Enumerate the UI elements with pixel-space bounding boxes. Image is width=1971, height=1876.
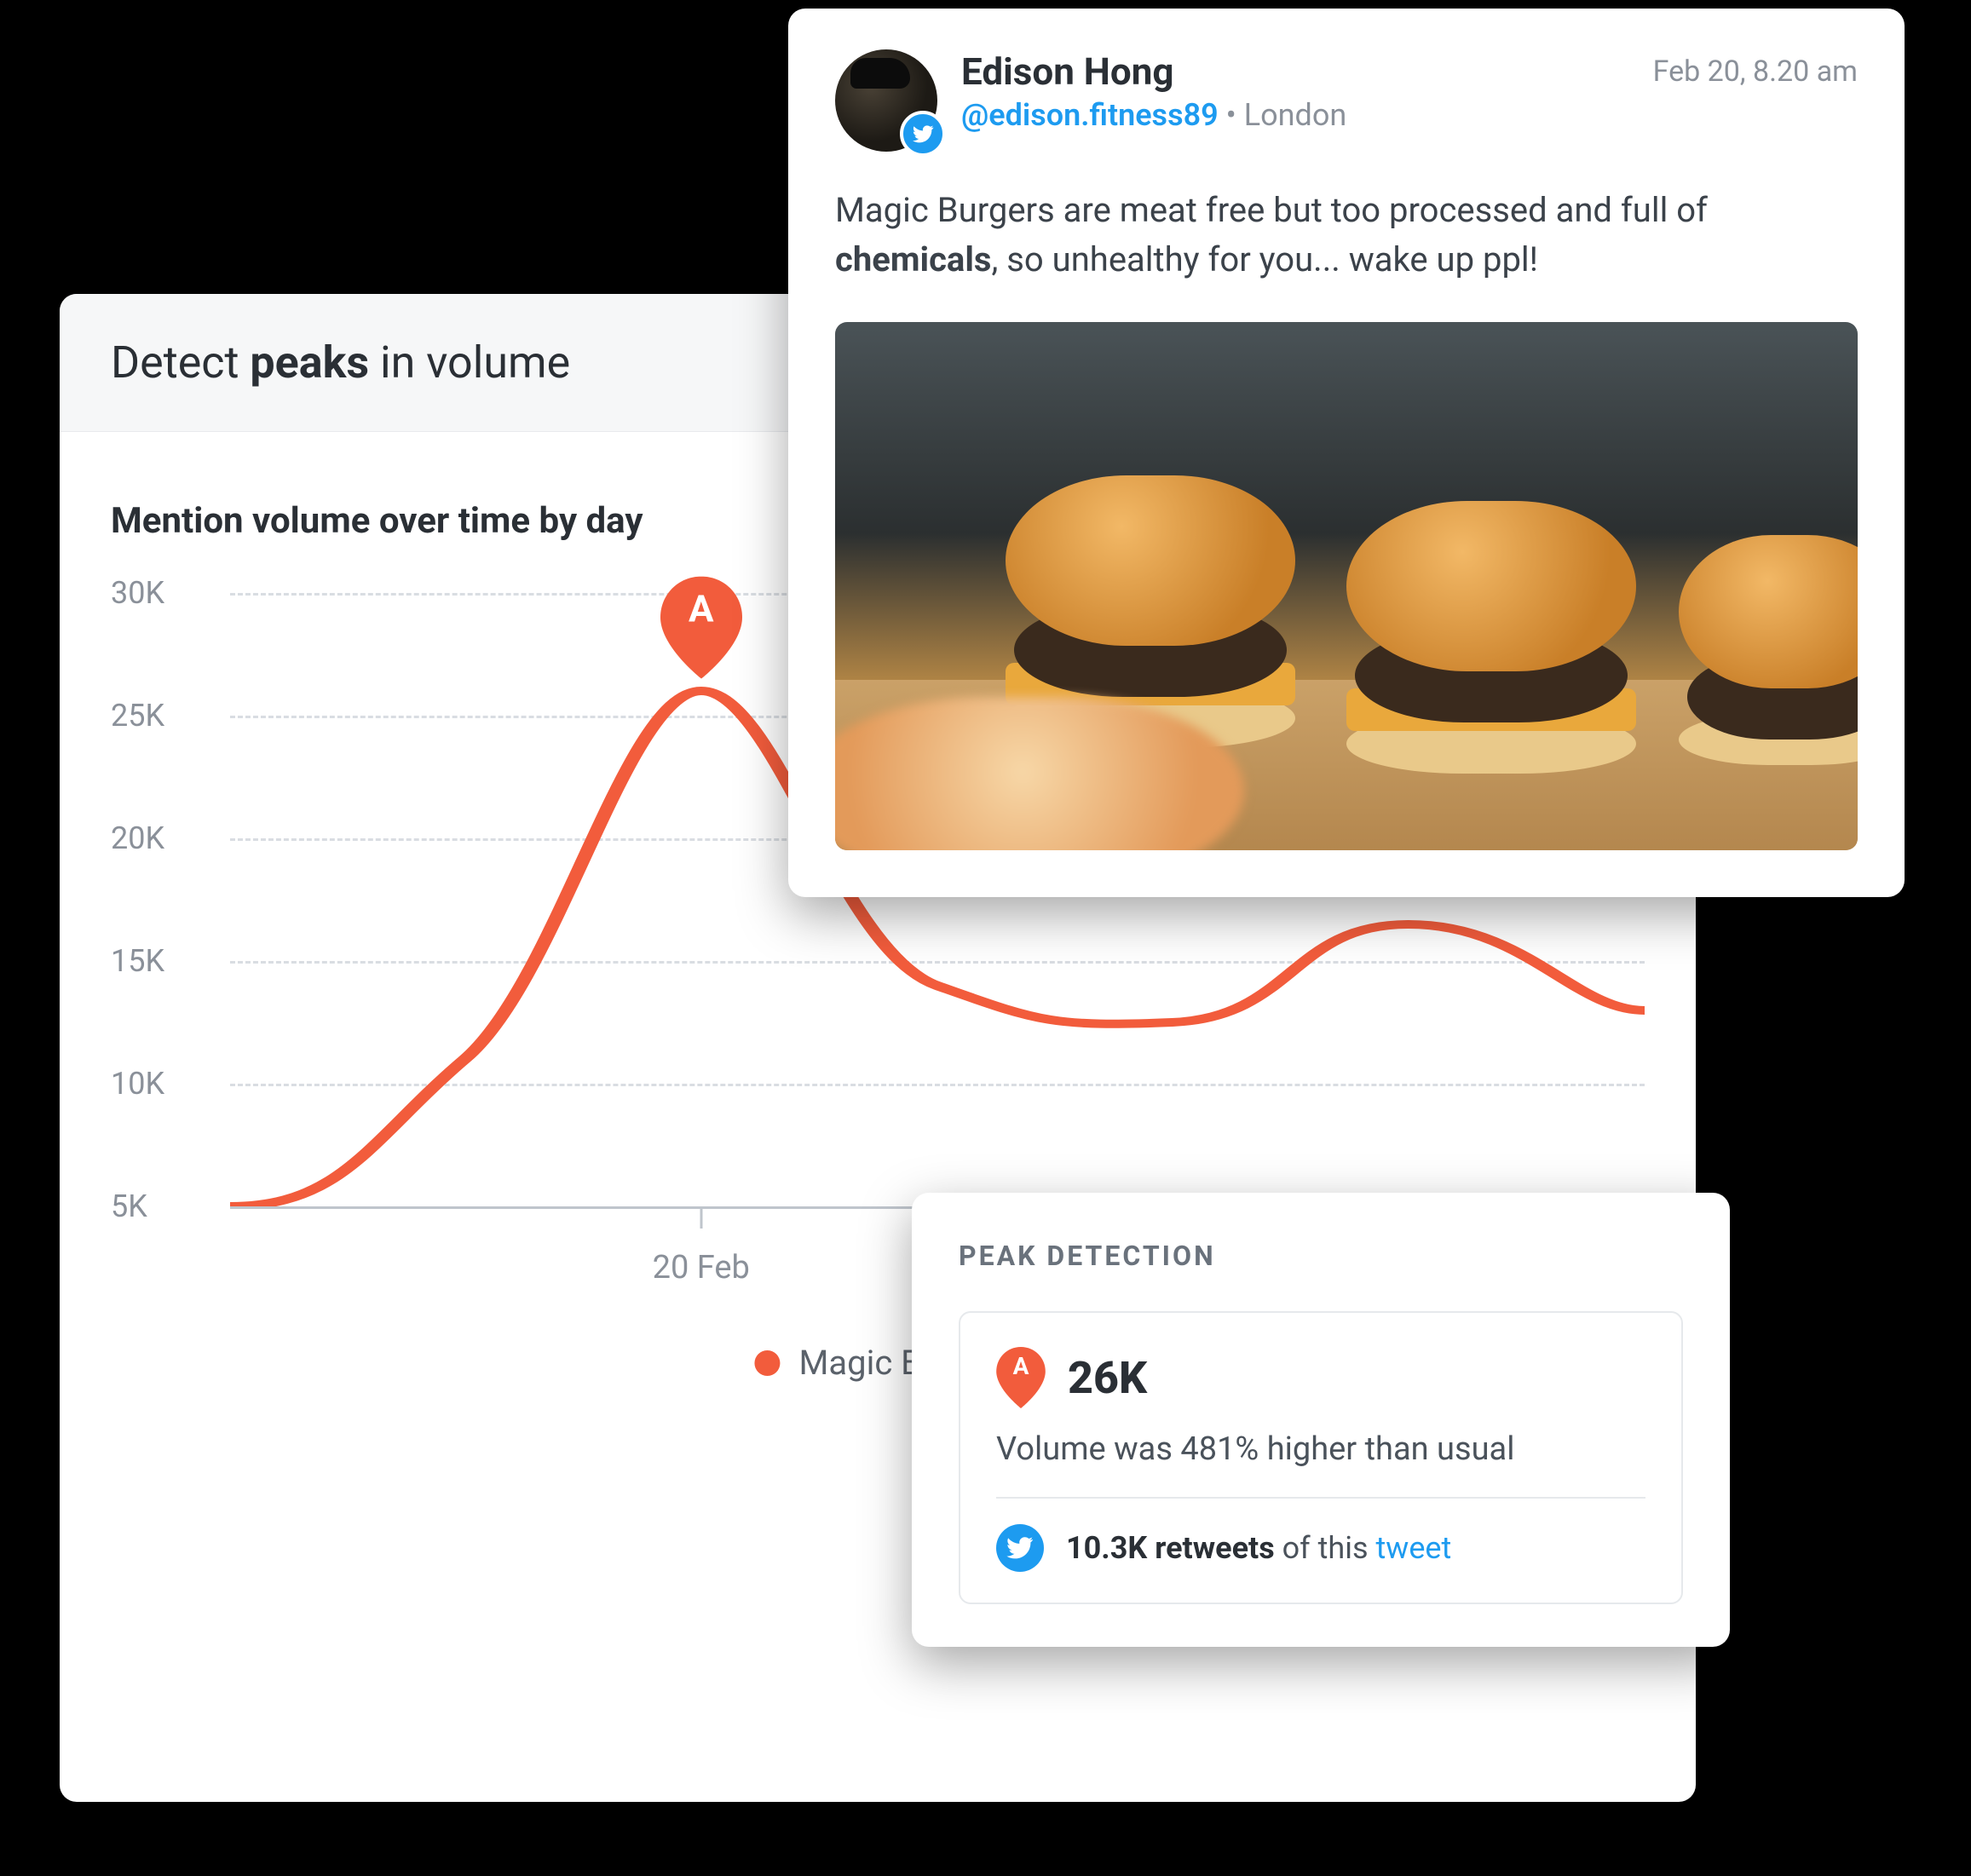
peak-marker[interactable]: A [660, 577, 742, 679]
peak-retweets-text: 10.3K retweets of this tweet [1066, 1530, 1451, 1566]
peak-description: Volume was 481% higher than usual [996, 1430, 1645, 1468]
peak-retweets-suffix: of this [1275, 1530, 1376, 1566]
tweet-body: Magic Burgers are meat free but too proc… [835, 186, 1858, 285]
peak-retweets-count: 10.3K retweets [1066, 1530, 1275, 1566]
y-tick-label: 10K [111, 1066, 164, 1102]
tweet-timestamp: Feb 20, 8.20 am [1653, 49, 1858, 89]
peak-pin-icon: A [996, 1347, 1046, 1408]
avatar[interactable] [835, 49, 937, 152]
legend-dot-icon [754, 1350, 780, 1376]
chart-title-suffix: in volume [369, 337, 570, 388]
y-tick-label: 25K [111, 698, 164, 734]
twitter-icon [996, 1524, 1044, 1572]
tweet-handle[interactable]: @edison.fitness89 [961, 97, 1219, 133]
y-tick-label: 15K [111, 943, 164, 979]
tweet-handle-separator: • [1226, 97, 1244, 133]
peak-value: 26K [1068, 1352, 1147, 1404]
tweet-body-bold: chemicals [835, 239, 991, 279]
tweet-body-prefix: Magic Burgers are meat free but too proc… [835, 190, 1708, 230]
peak-pin-label: A [996, 1352, 1046, 1380]
tweet-card[interactable]: Edison Hong @edison.fitness89 • London F… [788, 9, 1905, 897]
chart-title-bold: peaks [250, 337, 369, 388]
peak-retweets-row: 10.3K retweets of this tweet [996, 1524, 1645, 1572]
divider [996, 1497, 1645, 1499]
peak-marker-label: A [660, 587, 742, 631]
tweet-handle-row: @edison.fitness89 • London [961, 97, 1629, 133]
tweet-author-name[interactable]: Edison Hong [961, 49, 1629, 94]
peak-detection-card: PEAK DETECTION A 26K Volume was 481% hig… [912, 1193, 1730, 1647]
peak-detection-title: PEAK DETECTION [959, 1240, 1683, 1272]
tweet-header: Edison Hong @edison.fitness89 • London F… [835, 49, 1858, 152]
y-tick-label: 30K [111, 575, 164, 611]
y-tick-label: 20K [111, 820, 164, 856]
chart-title-prefix: Detect [111, 337, 250, 388]
y-axis: 30K 25K 20K 15K 10K 5K [111, 593, 213, 1206]
tweet-body-suffix: , so unhealthy for you... wake up ppl! [991, 239, 1537, 279]
twitter-badge-icon [900, 111, 946, 157]
tweet-image[interactable] [835, 322, 1858, 850]
peak-detection-body: A 26K Volume was 481% higher than usual … [959, 1311, 1683, 1604]
x-tick-label: 20 Feb [653, 1249, 750, 1286]
y-tick-label: 5K [111, 1188, 147, 1224]
tweet-link[interactable]: tweet [1376, 1530, 1452, 1566]
peak-value-row: A 26K [996, 1347, 1645, 1408]
x-tick [700, 1208, 702, 1229]
tweet-location: London [1244, 97, 1347, 133]
tweet-identity: Edison Hong @edison.fitness89 • London [961, 49, 1629, 133]
